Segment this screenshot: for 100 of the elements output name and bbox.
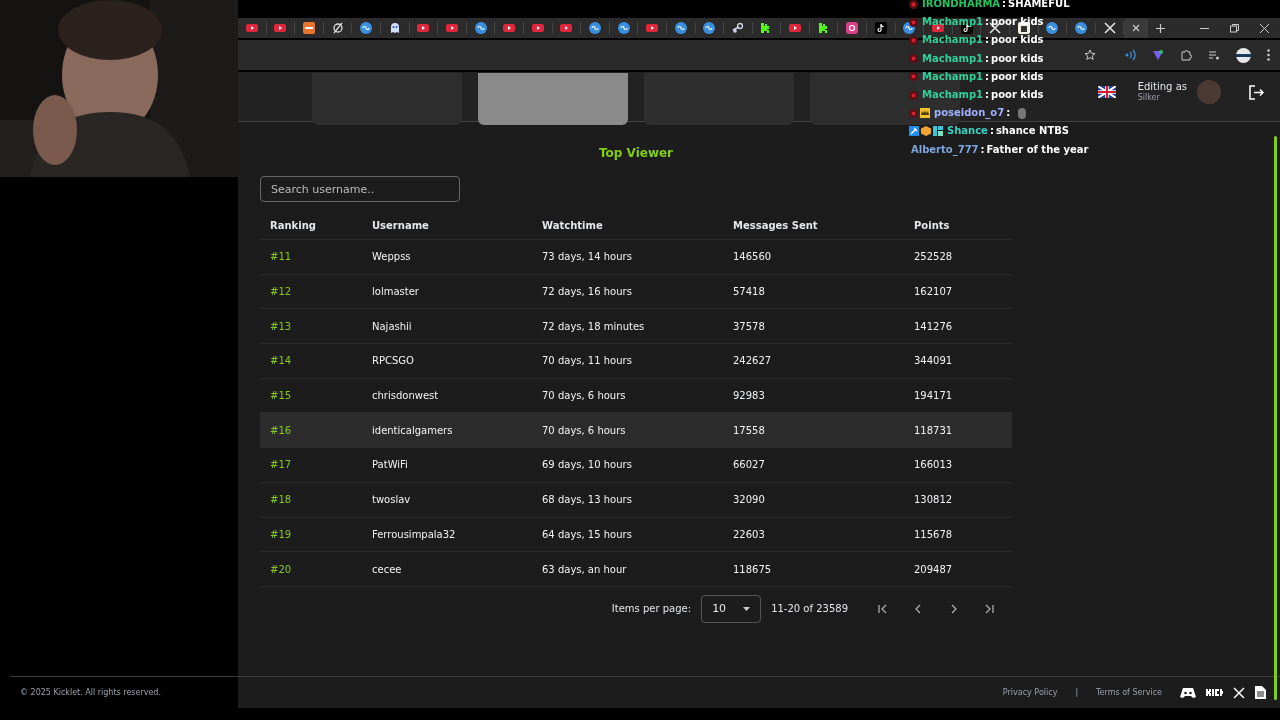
editing-user: Silker — [1137, 93, 1160, 104]
kick-icon[interactable] — [817, 22, 830, 34]
chevron-right-icon — [949, 603, 959, 614]
page-range: 11-20 of 23589 — [771, 602, 848, 617]
messages-cell-text: 66027 — [733, 458, 766, 473]
close-tab-button[interactable] — [1124, 18, 1149, 38]
link-icon[interactable] — [1046, 22, 1059, 34]
media-icon[interactable] — [1208, 49, 1220, 61]
username-cell-text: Najashii — [372, 319, 413, 334]
shield-icon[interactable] — [1152, 49, 1164, 61]
watchtime-cell-text: 70 days, 6 hours — [542, 423, 627, 438]
document-icon[interactable] — [1255, 686, 1266, 699]
rank-cell-text: #16 — [269, 423, 293, 438]
chat-message: poor kids — [991, 35, 1044, 46]
chat-username: Machamp1 — [922, 17, 984, 28]
username-cell-text: Weppss — [372, 250, 412, 265]
play-icon[interactable] — [445, 22, 458, 34]
chat-separator: : — [985, 17, 990, 28]
messages-cell-text: 37578 — [733, 319, 766, 334]
flag-icon[interactable] — [1097, 86, 1116, 98]
footer-link[interactable]: Terms of Service — [1096, 686, 1162, 699]
play-icon[interactable] — [560, 22, 573, 34]
chat-separator: : — [1002, 0, 1007, 10]
watchtime-cell-text: 72 days, 16 hours — [542, 285, 633, 300]
column-header: Watchtime — [542, 219, 604, 233]
page-size-select[interactable]: 10 — [701, 594, 762, 623]
search-field[interactable]: Search username.. — [260, 176, 460, 202]
rank-cell-text: #14 — [269, 354, 293, 369]
chat-message: SHAMEFUL — [1008, 0, 1070, 10]
chat-message: poor kids — [991, 53, 1044, 64]
points-cell-text: 252528 — [914, 250, 954, 265]
play-icon[interactable] — [274, 22, 287, 34]
username-cell-text: lolmaster — [372, 285, 420, 300]
chat-username: poseidon_o7 — [934, 108, 1005, 119]
new-tab-icon[interactable] — [1156, 23, 1166, 33]
column-header: Username — [372, 219, 430, 233]
play-icon[interactable] — [531, 22, 544, 34]
rank-cell-text: #20 — [269, 562, 293, 577]
link-icon[interactable] — [474, 22, 487, 34]
rank-cell-text: #19 — [269, 527, 293, 542]
close-icon — [1132, 24, 1141, 32]
play-icon[interactable] — [417, 22, 430, 34]
rank-cell-text: #12 — [269, 285, 293, 300]
kick-icon[interactable] — [1206, 689, 1223, 696]
chat-username: Machamp1 — [922, 71, 984, 82]
crown-icon — [920, 108, 930, 119]
watchtime-cell-text: 73 days, 14 hours — [542, 250, 633, 265]
points-cell-text: 162107 — [914, 285, 954, 300]
caret-icon — [743, 606, 751, 611]
play-icon[interactable] — [646, 22, 659, 34]
link-icon[interactable] — [674, 22, 687, 34]
username-cell-text: twoslav — [372, 493, 412, 508]
camera-icon[interactable] — [846, 22, 859, 34]
play-icon[interactable] — [503, 22, 516, 34]
signal-icon[interactable] — [1124, 49, 1136, 61]
link-icon[interactable] — [617, 22, 630, 34]
x-icon[interactable] — [1103, 22, 1116, 34]
ghost-icon[interactable] — [388, 22, 401, 34]
link-icon[interactable] — [703, 22, 716, 34]
watchtime-cell-text: 72 days, 18 minutes — [542, 319, 646, 334]
watchtime-cell-text: 70 days, 6 hours — [542, 389, 627, 404]
messages-cell-text: 17558 — [733, 423, 766, 438]
separator-text: | — [1075, 686, 1079, 699]
profile-icon[interactable] — [1236, 47, 1251, 63]
username-cell-text: chrisdonwest — [372, 389, 440, 404]
points-cell-text: 209487 — [914, 562, 954, 577]
grid-icon — [933, 126, 943, 137]
footer-link[interactable]: Privacy Policy — [1002, 686, 1058, 699]
slashed-circle-icon[interactable] — [331, 22, 344, 34]
note-icon[interactable] — [874, 22, 887, 34]
logout-icon[interactable] — [1249, 84, 1264, 100]
restore-icon[interactable] — [1230, 23, 1239, 33]
link-icon[interactable] — [1075, 22, 1087, 34]
link-icon[interactable] — [588, 22, 601, 34]
chat-message: poor kids — [991, 90, 1044, 101]
chat-separator: : — [980, 144, 985, 155]
play-icon[interactable] — [789, 22, 802, 34]
star-icon[interactable] — [1084, 49, 1096, 61]
points-cell-text: 194171 — [914, 389, 954, 404]
points-cell-text: 115678 — [914, 527, 954, 542]
points-cell-text: 344091 — [914, 354, 954, 369]
link-icon[interactable] — [360, 22, 373, 34]
rank-cell-text: #18 — [269, 493, 293, 508]
store-icon[interactable] — [303, 22, 315, 34]
column-header: Points — [914, 219, 951, 233]
table-row[interactable]: #16 identicalgamers 70 days, 6 hours 17558 118731 — [260, 413, 1012, 449]
username-cell-text: Ferrousimpala32 — [372, 527, 457, 542]
watchtime-cell-text: 69 days, 10 hours — [542, 458, 633, 473]
rank-cell-text: #17 — [269, 458, 293, 473]
chat-message: shance NTBS — [995, 126, 1070, 137]
puzzle-icon[interactable] — [1180, 49, 1192, 61]
play-icon[interactable] — [245, 22, 258, 34]
messages-cell-text: 146560 — [733, 250, 773, 265]
badge-icon — [909, 0, 918, 9]
close-icon[interactable] — [1260, 23, 1269, 33]
menu-icon[interactable] — [1267, 49, 1270, 61]
chat-separator: : — [985, 90, 990, 101]
username-cell-text: identicalgamers — [372, 423, 454, 438]
controller-icon[interactable] — [1180, 686, 1196, 699]
username-cell-text: cecee — [372, 562, 403, 577]
